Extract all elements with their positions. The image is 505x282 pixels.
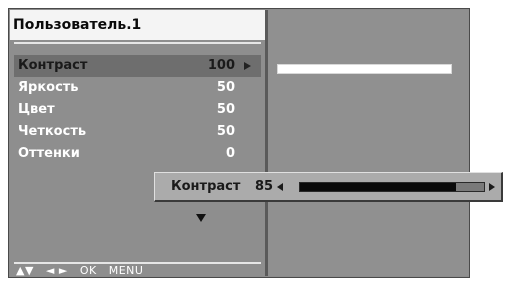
slider-fill bbox=[300, 183, 457, 191]
menu-item-contrast[interactable]: Контраст 100 bbox=[14, 55, 261, 77]
leftright-keys-hint: ◄ ► bbox=[45, 264, 68, 277]
menu-title: Пользователь.1 bbox=[10, 10, 265, 40]
menu-item-color[interactable]: Цвет 50 bbox=[14, 99, 261, 121]
menu-key-hint: MENU bbox=[108, 264, 144, 277]
menu-item-value: 0 bbox=[225, 146, 235, 161]
menu-item-label: Яркость bbox=[18, 80, 79, 95]
menu-item-value: 50 bbox=[216, 124, 235, 139]
preview-panel bbox=[268, 10, 469, 276]
menu-item-value: 50 bbox=[216, 80, 235, 95]
menu-item-value: 100 bbox=[207, 58, 235, 73]
slider-value: 85 bbox=[255, 179, 274, 194]
menu-panel: Пользователь.1 Контраст 100 Яркость 50 Ц… bbox=[10, 10, 268, 278]
left-arrow-icon[interactable] bbox=[277, 183, 283, 191]
menu-item-tint[interactable]: Оттенки 0 bbox=[14, 143, 261, 165]
ok-key-hint: OK bbox=[79, 264, 97, 277]
osd-screen: Пользователь.1 Контраст 100 Яркость 50 Ц… bbox=[8, 8, 470, 278]
contrast-slider-popup: Контраст 85 bbox=[154, 172, 503, 202]
preview-bar bbox=[277, 64, 452, 74]
menu-item-brightness[interactable]: Яркость 50 bbox=[14, 77, 261, 99]
down-arrow-icon bbox=[196, 214, 206, 222]
menu-item-value: 50 bbox=[216, 102, 235, 117]
right-arrow-icon bbox=[244, 62, 251, 70]
updown-keys-hint: ▲▼ bbox=[16, 264, 34, 277]
right-arrow-icon[interactable] bbox=[489, 183, 495, 191]
menu-item-label: Оттенки bbox=[18, 146, 80, 161]
title-divider bbox=[14, 42, 261, 44]
key-hints: ▲▼ ◄ ► OK MENU bbox=[16, 264, 151, 278]
menu-item-label: Контраст bbox=[18, 58, 88, 73]
menu-item-sharpness[interactable]: Четкость 50 bbox=[14, 121, 261, 143]
contrast-slider[interactable] bbox=[299, 182, 485, 192]
menu-item-label: Четкость bbox=[18, 124, 87, 139]
menu-item-label: Цвет bbox=[18, 102, 55, 117]
slider-label: Контраст bbox=[171, 179, 241, 194]
